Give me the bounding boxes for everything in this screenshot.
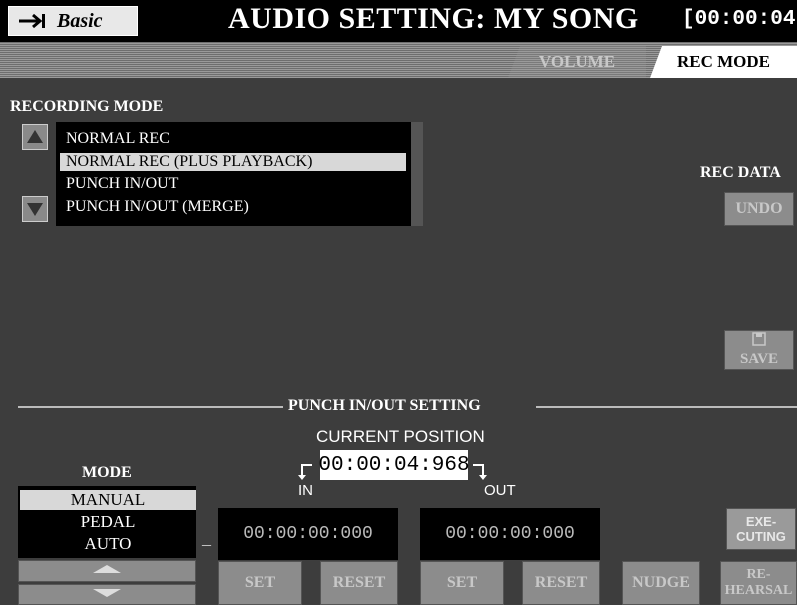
mode-up-button[interactable] (18, 560, 196, 582)
executing-label-line1: EXE- (745, 514, 777, 529)
tab-rec-mode[interactable]: REC MODE (650, 46, 797, 78)
nudge-button[interactable]: NUDGE (622, 561, 700, 605)
mode-pedal[interactable]: PEDAL (20, 512, 196, 532)
section-divider-right (536, 406, 797, 408)
punch-out-time: 00:00:00:000 (420, 508, 600, 560)
save-label: SAVE (739, 351, 779, 367)
save-button[interactable]: SAVE (724, 330, 794, 370)
recording-mode-punch-in-out[interactable]: PUNCH IN/OUT (66, 175, 178, 193)
scroll-up-button[interactable] (22, 124, 48, 150)
section-divider-left (18, 406, 283, 408)
mode-auto[interactable]: AUTO (20, 534, 196, 554)
audio-setting-screen: { "header": { "basic_label": "Basic", "t… (0, 0, 797, 605)
basic-mode-button[interactable]: Basic (8, 6, 138, 36)
rehearsal-label-line1: RE- (746, 567, 771, 582)
punch-setting-heading: PUNCH IN/OUT SETTING (288, 397, 481, 414)
triangle-up-icon (87, 562, 127, 580)
recording-mode-punch-in-out-merge[interactable]: PUNCH IN/OUT (MERGE) (66, 198, 249, 216)
basic-mode-label: Basic (57, 9, 103, 32)
in-label: IN (298, 482, 313, 499)
rehearsal-label-line2: HEARSAL (724, 583, 793, 598)
in-reset-button[interactable]: RESET (320, 561, 398, 605)
recording-mode-normal-rec-plus-playback[interactable]: NORMAL REC (PLUS PLAYBACK) (60, 153, 406, 171)
triangle-down-icon (87, 586, 127, 604)
punch-in-time: 00:00:00:000 (218, 508, 398, 560)
mode-list: MANUAL PEDAL AUTO (18, 486, 196, 558)
tab-strip: VOLUME REC MODE (0, 42, 797, 78)
tab-volume[interactable]: VOLUME (508, 46, 646, 78)
recording-mode-normal-rec[interactable]: NORMAL REC (66, 130, 170, 148)
executing-button[interactable]: EXE- CUTING (726, 508, 796, 550)
in-set-button[interactable]: SET (218, 561, 302, 605)
list-scrollbar[interactable] (411, 122, 423, 226)
current-position-label: CURRENT POSITION (316, 427, 485, 446)
page-title: AUDIO SETTING: MY SONG (228, 2, 639, 35)
out-reset-button[interactable]: RESET (522, 561, 600, 605)
out-set-button[interactable]: SET (420, 561, 504, 605)
triangle-down-icon (23, 203, 47, 225)
recording-mode-list: NORMAL REC NORMAL REC (PLUS PLAYBACK) PU… (56, 122, 423, 226)
mode-heading: MODE (82, 464, 132, 481)
arrow-to-bar-icon (17, 12, 49, 30)
title-bar: Basic AUDIO SETTING: MY SONG [00:00:04] (0, 0, 797, 42)
executing-label-line2: CUTING (736, 529, 786, 544)
song-time-display: [00:00:04] (682, 8, 797, 31)
rec-data-heading: REC DATA (700, 164, 781, 181)
mode-connector-dash: – (202, 534, 211, 554)
floppy-disk-icon (752, 332, 766, 351)
out-label: OUT (484, 482, 516, 499)
current-position-display: 00:00:04:968 (318, 450, 470, 480)
mode-manual[interactable]: MANUAL (20, 490, 196, 510)
mode-down-button[interactable] (18, 584, 196, 605)
triangle-up-icon (23, 130, 47, 153)
undo-button[interactable]: UNDO (724, 192, 794, 226)
rehearsal-button[interactable]: RE- HEARSAL (720, 561, 797, 605)
recording-mode-heading: RECORDING MODE (10, 98, 164, 115)
scroll-down-button[interactable] (22, 196, 48, 222)
